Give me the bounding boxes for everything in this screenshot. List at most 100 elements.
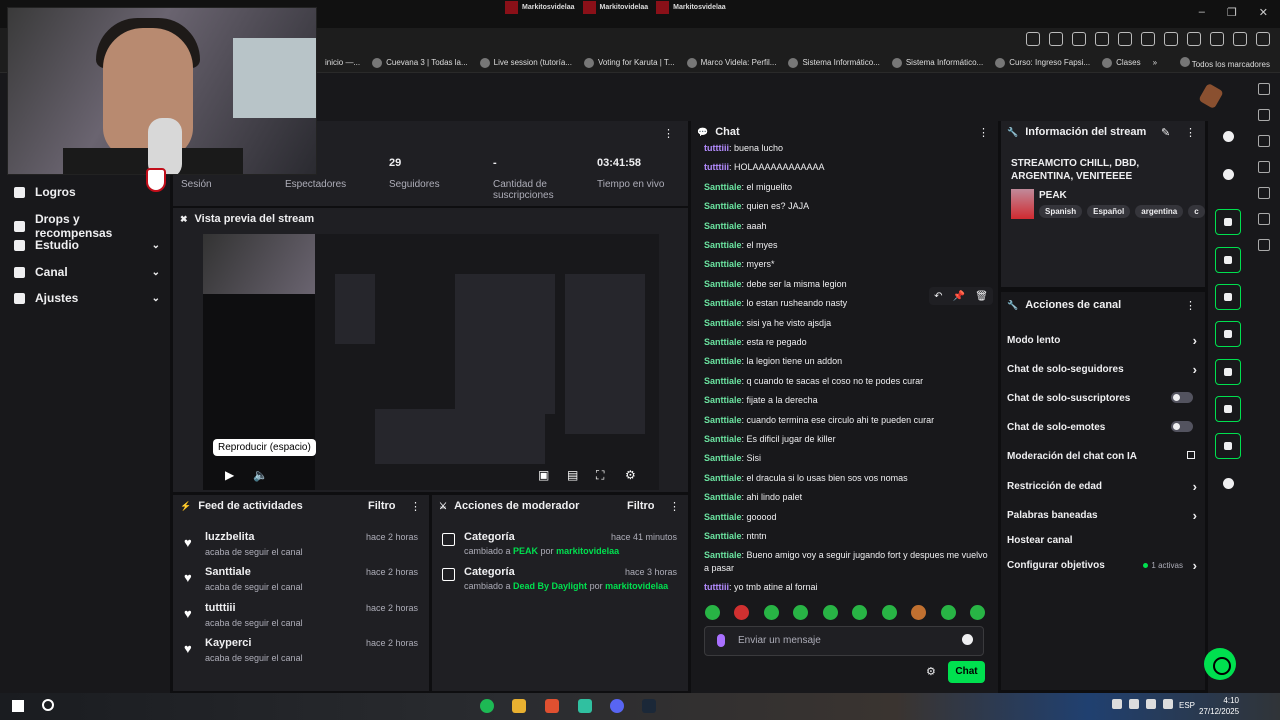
emotes-only-toggle[interactable] bbox=[1171, 421, 1193, 432]
emote-icon[interactable] bbox=[911, 605, 927, 620]
sidebar-tool-icon[interactable] bbox=[1258, 135, 1270, 147]
chat-input[interactable]: Enviar un mensaje bbox=[704, 626, 984, 656]
nav-item-drops[interactable]: Drops y recompensas bbox=[14, 212, 160, 240]
browser-tab[interactable]: Markitosvidelaa bbox=[505, 0, 575, 14]
emote-icon[interactable] bbox=[881, 605, 897, 620]
bookmark-item[interactable]: Curso: Ingreso Fapsi... bbox=[995, 57, 1090, 68]
nav-item-ajustes[interactable]: Ajustes ⌄ bbox=[14, 291, 160, 305]
emote-icon[interactable] bbox=[969, 605, 985, 620]
chat-message[interactable]: Santtiale: fijate a la derecha bbox=[704, 394, 989, 407]
category-name[interactable]: PEAK bbox=[1039, 190, 1067, 201]
action-followers-only[interactable]: Chat de solo-seguidores › bbox=[1007, 362, 1199, 377]
chat-username[interactable]: Santtiale bbox=[704, 221, 742, 231]
bookmark-item[interactable]: Sistema Informático... bbox=[788, 57, 880, 68]
bookmark-item[interactable]: Voting for Karuta | T... bbox=[583, 57, 675, 68]
screenshot-icon[interactable] bbox=[1141, 32, 1155, 46]
volume-icon[interactable] bbox=[1163, 699, 1173, 709]
bookmark-item[interactable]: Live session (tutoría... bbox=[479, 57, 572, 68]
clock[interactable]: 4:10 27/12/2025 bbox=[1199, 695, 1239, 717]
action-host-channel[interactable]: Hostear canal bbox=[1007, 535, 1199, 546]
volume-icon[interactable]: 🔈 bbox=[253, 468, 268, 482]
share-icon[interactable] bbox=[1026, 32, 1040, 46]
chat-username[interactable]: Santtiale bbox=[704, 395, 742, 405]
chat-username[interactable]: Santtiale bbox=[704, 279, 742, 289]
chat-username[interactable]: Santtiale bbox=[704, 337, 742, 347]
chat-username[interactable]: tutttiii bbox=[704, 143, 729, 153]
steam-icon[interactable] bbox=[642, 699, 656, 713]
chat-username[interactable]: Santtiale bbox=[704, 201, 742, 211]
action-subscribers-only[interactable]: Chat de solo-suscriptores bbox=[1007, 392, 1199, 404]
subscribers-only-toggle[interactable] bbox=[1171, 392, 1193, 403]
action-configure-goals[interactable]: Configurar objetivos 1 activas › bbox=[1007, 558, 1199, 573]
emoji-icon[interactable] bbox=[962, 634, 973, 645]
chat-username[interactable]: Santtiale bbox=[704, 453, 742, 463]
more-options-icon[interactable]: ⋮ bbox=[1185, 126, 1196, 139]
library-icon[interactable] bbox=[1164, 32, 1178, 46]
wifi-icon[interactable] bbox=[1146, 699, 1156, 709]
edit-icon[interactable]: ✎ bbox=[1161, 126, 1170, 139]
fullscreen-icon[interactable]: ⛶ bbox=[596, 468, 604, 483]
emote-icon[interactable] bbox=[763, 605, 779, 620]
layout-icon[interactable] bbox=[1215, 396, 1241, 422]
info-icon[interactable] bbox=[1223, 131, 1234, 142]
menu-icon[interactable] bbox=[1256, 32, 1270, 46]
bookmark-item[interactable]: Sistema Informático... bbox=[891, 57, 983, 68]
chat-username[interactable]: Santtiale bbox=[704, 259, 742, 269]
chat-message[interactable]: tutttiii: buena lucho bbox=[704, 142, 989, 155]
puzzle-icon[interactable] bbox=[1118, 32, 1132, 46]
language-indicator[interactable]: ESP bbox=[1179, 701, 1195, 710]
edit-icon[interactable] bbox=[1223, 169, 1234, 180]
broadcast-icon[interactable] bbox=[1215, 359, 1241, 385]
more-options-icon[interactable]: ⋮ bbox=[669, 500, 680, 513]
chat-username[interactable]: tutttiii bbox=[704, 582, 729, 592]
folder-icon[interactable] bbox=[512, 699, 526, 713]
clip-icon[interactable] bbox=[1215, 209, 1241, 235]
sidebar-tool-icon[interactable] bbox=[1258, 109, 1270, 121]
shield-icon[interactable] bbox=[1049, 32, 1063, 46]
emote-icon[interactable] bbox=[822, 605, 838, 620]
emote-icon[interactable] bbox=[734, 605, 750, 620]
brave-icon[interactable] bbox=[545, 699, 559, 713]
search-icon[interactable] bbox=[42, 699, 54, 711]
mod-action-user[interactable]: markitovidelaa bbox=[605, 581, 668, 591]
sidebar-tool-icon[interactable] bbox=[1258, 161, 1270, 173]
bookmark-item[interactable]: Marco Videla: Perfil... bbox=[686, 57, 776, 68]
tag[interactable]: Spanish bbox=[1039, 205, 1083, 218]
chat-message[interactable]: Santtiale: esta re pegado bbox=[704, 336, 989, 349]
bookmarks-overflow[interactable]: » bbox=[1153, 58, 1157, 67]
chat-message[interactable]: Santtiale: Bueno amigo voy a seguir juga… bbox=[704, 549, 989, 575]
settings-icon[interactable]: ⚙ bbox=[625, 468, 636, 482]
emote-icon[interactable] bbox=[852, 605, 868, 620]
chat-username[interactable]: Santtiale bbox=[704, 492, 742, 502]
pip-icon[interactable]: ▣ bbox=[538, 468, 549, 482]
reply-icon[interactable]: ↶ bbox=[934, 291, 942, 302]
chat-username[interactable]: Santtiale bbox=[704, 550, 742, 560]
action-emotes-only[interactable]: Chat de solo-emotes bbox=[1007, 421, 1199, 433]
feed-item[interactable]: ♥ luzzbelita acaba de seguir el canal hace … bbox=[173, 531, 429, 567]
emote-icon[interactable] bbox=[940, 605, 956, 620]
microphone-icon[interactable] bbox=[717, 634, 725, 647]
chat-message[interactable]: Santtiale: la legion tiene un addon bbox=[704, 355, 989, 368]
tag[interactable]: Español bbox=[1087, 205, 1131, 218]
tray-icon[interactable] bbox=[1129, 699, 1139, 709]
chat-send-button[interactable]: Chat bbox=[948, 661, 985, 683]
add-icon[interactable] bbox=[1258, 239, 1270, 251]
feed-item[interactable]: ♥ Santtiale acaba de seguir el canal hace 2… bbox=[173, 566, 429, 602]
more-options-icon[interactable]: ⋮ bbox=[663, 127, 674, 140]
sidebar-tool-icon[interactable] bbox=[1258, 213, 1270, 225]
action-age-restriction[interactable]: Restricción de edad › bbox=[1007, 479, 1199, 494]
maximize-icon[interactable]: ❐ bbox=[1227, 6, 1237, 19]
chat-username[interactable]: Santtiale bbox=[704, 318, 742, 328]
chat-message[interactable]: Santtiale: Sisi bbox=[704, 452, 989, 465]
mod-action-item[interactable]: Categoría cambiado a PEAK por markitovid… bbox=[432, 531, 688, 567]
close-icon[interactable]: ✕ bbox=[1259, 6, 1268, 19]
chat-message[interactable]: Santtiale: gooood bbox=[704, 511, 989, 524]
delete-icon[interactable]: 🗑 bbox=[975, 291, 988, 302]
chat-message[interactable]: Santtiale: ahi lindo palet bbox=[704, 491, 989, 504]
chat-message[interactable]: tutttiii: HOLAAAAAAAAAAAA bbox=[704, 161, 989, 174]
more-options-icon[interactable]: ⋮ bbox=[978, 126, 989, 139]
theater-icon[interactable]: ▤ bbox=[567, 468, 578, 482]
chat-message[interactable]: Santtiale: el myes bbox=[704, 239, 989, 252]
all-bookmarks[interactable]: Todos los marcadores bbox=[1179, 57, 1270, 69]
tag[interactable]: c bbox=[1188, 205, 1205, 218]
